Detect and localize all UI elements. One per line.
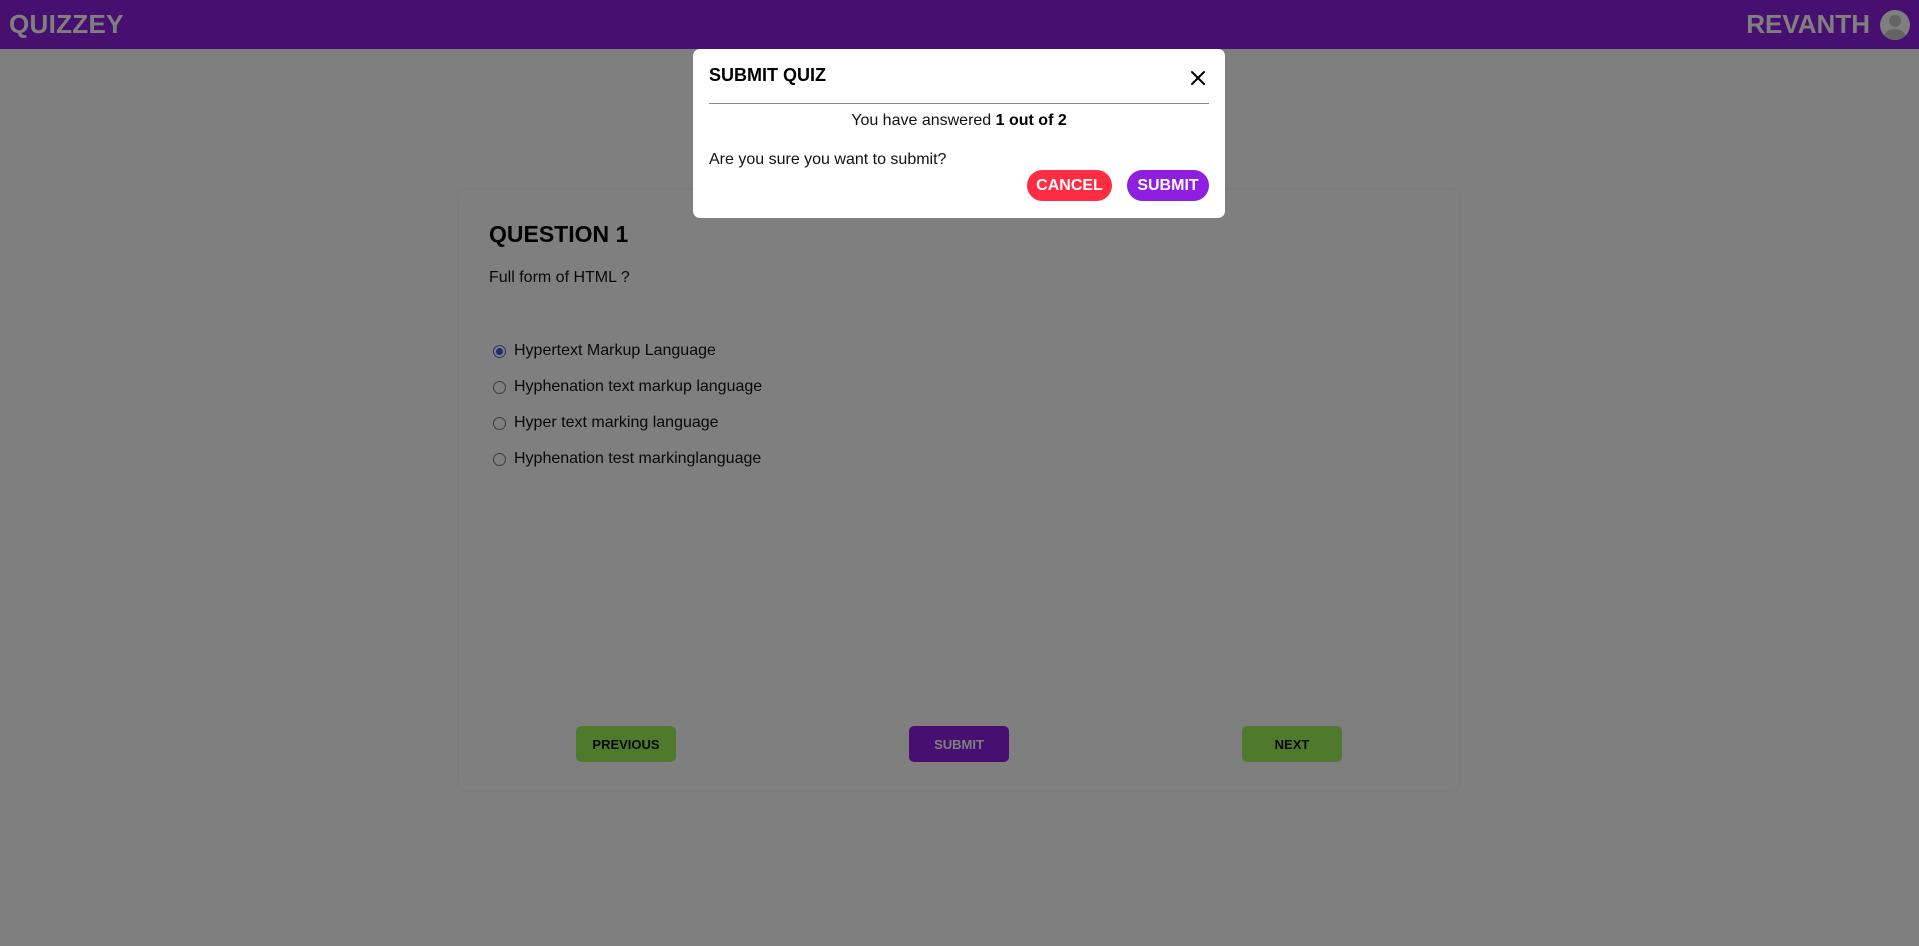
- answered-summary: You have answered 1 out of 2: [709, 112, 1209, 130]
- answered-count: 1 out of 2: [995, 112, 1067, 129]
- modal-divider: [709, 103, 1209, 104]
- confirm-text: Are you sure you want to submit?: [709, 151, 947, 168]
- close-icon[interactable]: [1187, 67, 1209, 89]
- modal-title: SUBMIT QUIZ: [709, 65, 826, 85]
- cancel-button[interactable]: CANCEL: [1027, 170, 1112, 201]
- submit-quiz-modal: SUBMIT QUIZ You have answered 1 out of 2…: [693, 49, 1225, 218]
- answered-prefix: You have answered: [851, 112, 996, 129]
- confirm-submit-button[interactable]: SUBMIT: [1127, 170, 1209, 201]
